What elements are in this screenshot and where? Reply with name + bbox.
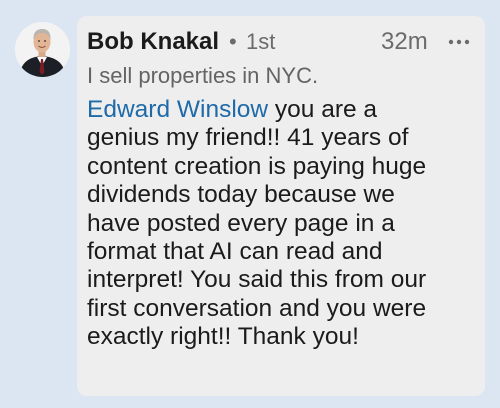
author-avatar[interactable]	[15, 22, 70, 77]
connection-degree: 1st	[246, 29, 276, 54]
comment-text: Edward Winslow you are a genius my friend…	[87, 96, 481, 352]
comment-line: interpret! You said this from our	[87, 266, 427, 294]
comment-line: first conversation and you were	[87, 294, 427, 322]
comment-line: exactly right!! Thank you!	[87, 323, 359, 351]
profile-photo	[15, 22, 70, 77]
comment-card: Bob Knakal • 1st 32m I sell properties i…	[77, 16, 485, 396]
separator-dot: •	[229, 29, 237, 54]
author-name[interactable]: Bob Knakal	[87, 28, 219, 56]
comment-line: format that AI can read and	[87, 238, 383, 266]
comment-line: have posted every page in a	[87, 209, 395, 237]
comment-timestamp: 32m	[381, 28, 428, 55]
comment-line: dividends today because we	[87, 181, 395, 209]
comment-line: content creation is paying huge	[87, 152, 427, 180]
comment-line: you are a	[268, 96, 378, 123]
mention-link[interactable]: Edward Winslow	[87, 96, 268, 123]
more-options-icon[interactable]	[445, 34, 475, 50]
author-headline: I sell properties in NYC.	[87, 63, 319, 88]
comment-line: genius my friend!! 41 years of	[87, 124, 409, 152]
